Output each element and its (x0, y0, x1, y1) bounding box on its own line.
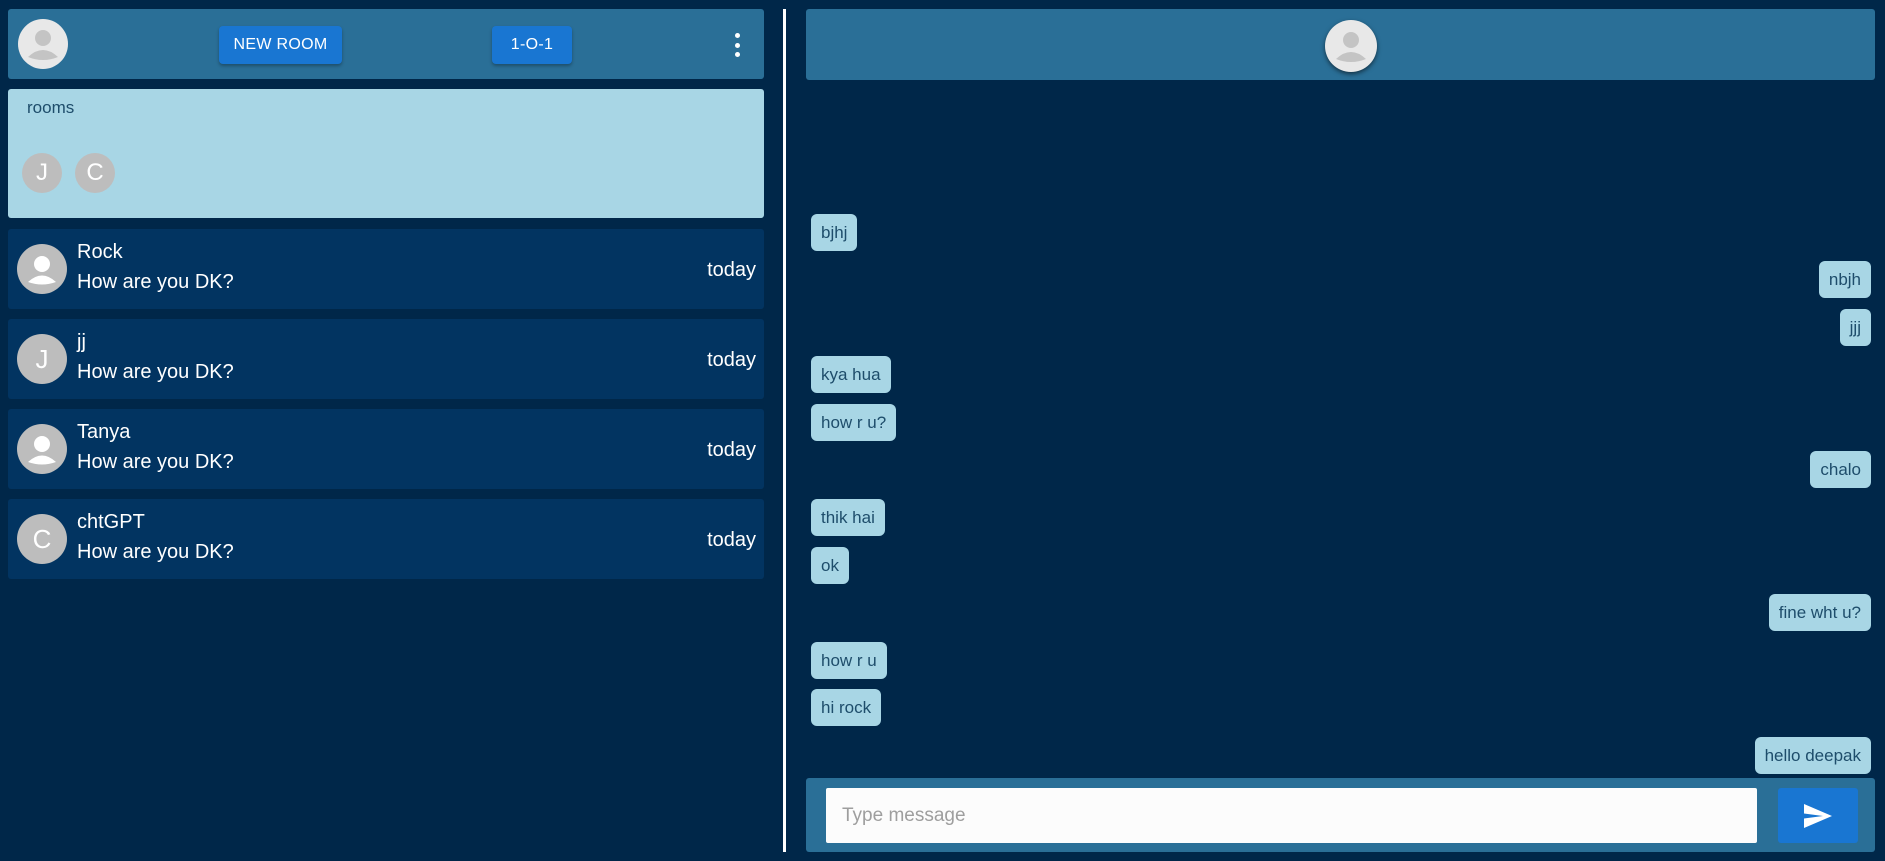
chat-name: Tanya (77, 421, 131, 443)
chat-preview: How are you DK? (77, 451, 234, 473)
contact-avatar[interactable] (1325, 20, 1377, 72)
chat-preview: How are you DK? (77, 361, 234, 383)
message-bubble: chalo (1810, 451, 1871, 488)
message-list: bjhj nbjh jjj kya hua how r u? chalo thi… (806, 80, 1875, 780)
sidebar: NEW ROOM 1-O-1 rooms J C Rock How are yo… (8, 9, 764, 589)
user-avatar[interactable] (18, 19, 68, 69)
chat-item-tanya[interactable]: Tanya How are you DK? today (8, 409, 764, 489)
person-icon (28, 30, 58, 60)
new-room-button[interactable]: NEW ROOM (219, 26, 342, 64)
chat-preview: How are you DK? (77, 541, 234, 563)
chat-time: today (707, 259, 756, 281)
message-bubble: thik hai (811, 499, 885, 536)
message-composer (806, 778, 1875, 852)
chat-name: jj (77, 331, 86, 353)
chat-name: Rock (77, 241, 123, 263)
message-bubble: ok (811, 547, 849, 584)
message-input[interactable] (826, 788, 1757, 843)
message-bubble: how r u (811, 642, 887, 679)
sidebar-topbar: NEW ROOM 1-O-1 (8, 9, 764, 79)
message-bubble: jjj (1839, 309, 1871, 346)
message-bubble: fine wht u? (1768, 594, 1871, 631)
chat-time: today (707, 439, 756, 461)
room-chip[interactable]: C (75, 153, 115, 193)
chat-name: chtGPT (77, 511, 145, 533)
message-bubble: nbjh (1818, 261, 1871, 298)
message-bubble: hi rock (811, 689, 882, 726)
chat-item-rock[interactable]: Rock How are you DK? today (8, 229, 764, 309)
one-on-one-button[interactable]: 1-O-1 (492, 26, 572, 64)
message-bubble: kya hua (811, 356, 891, 393)
chat-list: Rock How are you DK? today J jj How are … (8, 229, 764, 579)
message-bubble: how r u? (811, 404, 897, 441)
message-bubble: bjhj (811, 214, 858, 251)
chat-item-chtgpt[interactable]: C chtGPT How are you DK? today (8, 499, 764, 579)
chat-avatar (17, 244, 67, 294)
person-icon (28, 436, 56, 465)
conversation-header (806, 9, 1875, 80)
chat-time: today (707, 349, 756, 371)
panel-divider (783, 9, 786, 852)
chat-avatar (17, 424, 67, 474)
chat-avatar: C (17, 514, 67, 564)
rooms-panel: rooms J C (8, 89, 764, 218)
room-chip[interactable]: J (22, 153, 62, 193)
person-icon (28, 256, 56, 285)
chat-item-jj[interactable]: J jj How are you DK? today (8, 319, 764, 399)
send-button[interactable] (1778, 788, 1858, 843)
message-bubble: hello deepak (1754, 737, 1871, 774)
more-options-icon[interactable] (728, 33, 746, 57)
chat-time: today (707, 529, 756, 551)
chat-app: NEW ROOM 1-O-1 rooms J C Rock How are yo… (0, 0, 1885, 861)
rooms-label: rooms (27, 98, 75, 117)
send-icon (1804, 803, 1832, 828)
conversation-panel: bjhj nbjh jjj kya hua how r u? chalo thi… (806, 9, 1875, 852)
chat-avatar: J (17, 334, 67, 384)
person-icon (1336, 32, 1366, 62)
chat-preview: How are you DK? (77, 271, 234, 293)
